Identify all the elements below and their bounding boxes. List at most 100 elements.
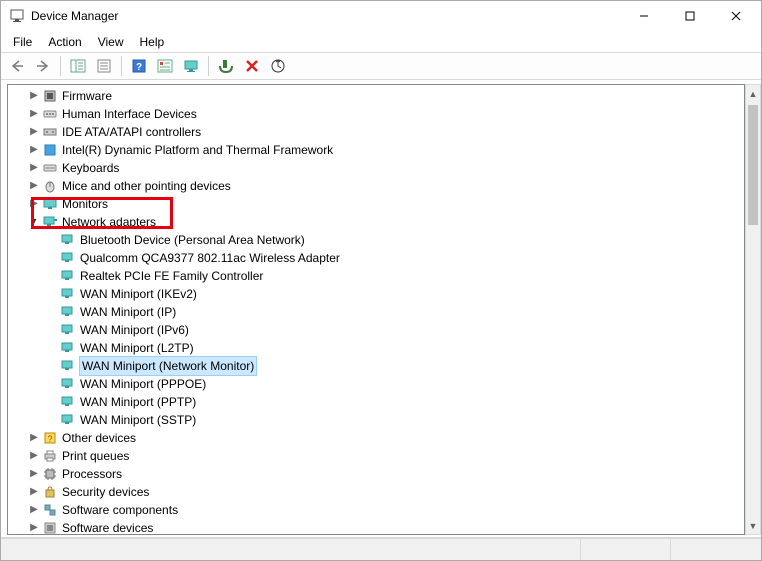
chevron-right-icon[interactable]: ▶ (26, 159, 42, 177)
tree-node-net-wan-ip[interactable]: WAN Miniport (IP) (8, 303, 744, 321)
tree-label: Software components (62, 501, 178, 519)
show-hide-tree-button[interactable] (66, 55, 90, 77)
network-adapter-icon (60, 376, 76, 392)
tree-node-net-wan-pppoe[interactable]: WAN Miniport (PPPOE) (8, 375, 744, 393)
hid-icon (42, 106, 58, 122)
network-adapter-icon (60, 232, 76, 248)
software-devices-icon (42, 520, 58, 535)
tree-label: Software devices (62, 519, 153, 535)
firmware-icon (42, 88, 58, 104)
tree-node-net-wan-sstp[interactable]: WAN Miniport (SSTP) (8, 411, 744, 429)
chevron-right-icon[interactable]: ▶ (26, 519, 42, 535)
maximize-button[interactable] (667, 1, 713, 31)
tree-node-hid[interactable]: ▶ Human Interface Devices (8, 105, 744, 123)
tree-node-ide[interactable]: ▶ IDE ATA/ATAPI controllers (8, 123, 744, 141)
chevron-right-icon[interactable]: ▶ (26, 465, 42, 483)
scroll-down-button[interactable]: ▼ (746, 517, 760, 534)
tree-node-mice[interactable]: ▶ Mice and other pointing devices (8, 177, 744, 195)
properties-button[interactable] (92, 55, 116, 77)
close-button[interactable] (713, 1, 759, 31)
tree-node-net-qualcomm[interactable]: Qualcomm QCA9377 802.11ac Wireless Adapt… (8, 249, 744, 267)
statusbar (1, 538, 761, 560)
other-devices-icon: ? (42, 430, 58, 446)
toolbar-separator (60, 56, 61, 76)
window-title: Device Manager (31, 9, 621, 23)
tree-node-swdev[interactable]: ▶ Software devices (8, 519, 744, 535)
status-pane (671, 539, 761, 560)
tree-node-processors[interactable]: ▶ Processors (8, 465, 744, 483)
chevron-right-icon[interactable]: ▶ (26, 501, 42, 519)
device-tree[interactable]: ▶ Firmware ▶ Human Interface Devices ▶ I… (7, 84, 745, 535)
network-adapter-icon (60, 412, 76, 428)
tree-label: Print queues (62, 447, 129, 465)
window-controls (621, 1, 759, 31)
tree-node-monitors[interactable]: ▶ Monitors (8, 195, 744, 213)
toolbar: ? (1, 52, 761, 80)
vertical-scrollbar[interactable]: ▲ ▼ (745, 84, 761, 535)
tree-node-net-wan-netmon[interactable]: WAN Miniport (Network Monitor) (8, 357, 744, 375)
back-button[interactable] (5, 55, 29, 77)
status-pane (581, 539, 671, 560)
tree-node-net-bluetooth[interactable]: Bluetooth Device (Personal Area Network) (8, 231, 744, 249)
network-adapter-icon (60, 322, 76, 338)
menu-action[interactable]: Action (42, 33, 87, 51)
menu-view[interactable]: View (92, 33, 130, 51)
tree-node-net-wan-pptp[interactable]: WAN Miniport (PPTP) (8, 393, 744, 411)
scan-hardware-button[interactable] (266, 55, 290, 77)
tree-node-net-wan-ipv6[interactable]: WAN Miniport (IPv6) (8, 321, 744, 339)
tree-node-other[interactable]: ▶ ? Other devices (8, 429, 744, 447)
toolbar-separator (208, 56, 209, 76)
update-driver-button[interactable] (179, 55, 203, 77)
tree-label: Mice and other pointing devices (62, 177, 231, 195)
network-adapter-icon (60, 286, 76, 302)
keyboard-icon (42, 160, 58, 176)
forward-button[interactable] (31, 55, 55, 77)
processor-icon (42, 466, 58, 482)
tree-label: WAN Miniport (IKEv2) (80, 285, 197, 303)
tree-label: Other devices (62, 429, 136, 447)
help-button[interactable]: ? (127, 55, 151, 77)
mouse-icon (42, 178, 58, 194)
tree-label: Qualcomm QCA9377 802.11ac Wireless Adapt… (80, 249, 340, 267)
chevron-right-icon[interactable]: ▶ (26, 87, 42, 105)
ide-icon (42, 124, 58, 140)
tree-node-security[interactable]: ▶ Security devices (8, 483, 744, 501)
network-adapter-icon (60, 250, 76, 266)
tree-label: WAN Miniport (SSTP) (80, 411, 196, 429)
tree-node-network-adapters[interactable]: ▾ Network adapters (8, 213, 744, 231)
chevron-right-icon[interactable]: ▶ (26, 177, 42, 195)
network-adapter-icon (60, 304, 76, 320)
menu-file[interactable]: File (7, 33, 38, 51)
tree-node-intel[interactable]: ▶ Intel(R) Dynamic Platform and Thermal … (8, 141, 744, 159)
scroll-up-button[interactable]: ▲ (746, 85, 760, 102)
chevron-right-icon[interactable]: ▶ (26, 105, 42, 123)
chevron-right-icon[interactable]: ▶ (26, 447, 42, 465)
app-icon (9, 8, 25, 24)
action-button[interactable] (153, 55, 177, 77)
chevron-right-icon[interactable]: ▶ (26, 195, 42, 213)
tree-label: Keyboards (62, 159, 119, 177)
scroll-thumb[interactable] (748, 105, 758, 225)
chevron-right-icon[interactable]: ▶ (26, 141, 42, 159)
menu-help[interactable]: Help (134, 33, 171, 51)
uninstall-device-button[interactable] (240, 55, 264, 77)
tree-node-net-realtek[interactable]: Realtek PCIe FE Family Controller (8, 267, 744, 285)
tree-node-firmware[interactable]: ▶ Firmware (8, 87, 744, 105)
chevron-down-icon[interactable]: ▾ (26, 213, 42, 231)
tree-node-net-wan-l2tp[interactable]: WAN Miniport (L2TP) (8, 339, 744, 357)
tree-label: Network adapters (62, 213, 156, 231)
tree-label: Intel(R) Dynamic Platform and Thermal Fr… (62, 141, 333, 159)
toolbar-separator (121, 56, 122, 76)
enable-device-button[interactable] (214, 55, 238, 77)
chevron-right-icon[interactable]: ▶ (26, 429, 42, 447)
tree-node-print[interactable]: ▶ Print queues (8, 447, 744, 465)
minimize-button[interactable] (621, 1, 667, 31)
tree-node-swcomp[interactable]: ▶ Software components (8, 501, 744, 519)
chevron-right-icon[interactable]: ▶ (26, 483, 42, 501)
tree-label: WAN Miniport (IP) (80, 303, 176, 321)
tree-label: Bluetooth Device (Personal Area Network) (80, 231, 305, 249)
tree-node-net-wan-ikev2[interactable]: WAN Miniport (IKEv2) (8, 285, 744, 303)
chevron-right-icon[interactable]: ▶ (26, 123, 42, 141)
tree-node-keyboards[interactable]: ▶ Keyboards (8, 159, 744, 177)
status-pane (1, 539, 581, 560)
